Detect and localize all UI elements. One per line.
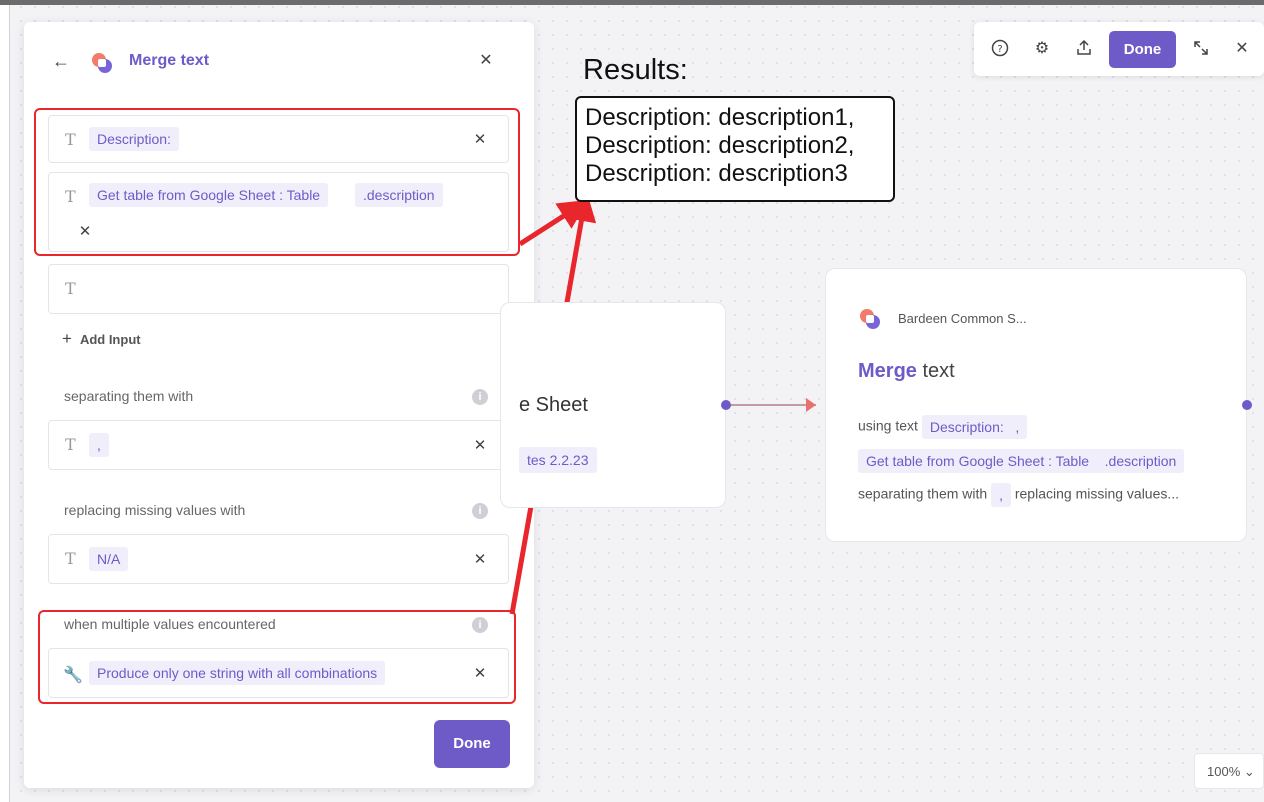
share-icon[interactable] [1074, 39, 1094, 59]
sheet-action-card[interactable]: e Sheet tes 2.2.23 [500, 302, 726, 508]
chip-text: Description: [929, 419, 1004, 435]
card-title: Merge text [858, 360, 955, 383]
chip-text: Get table from Google Sheet : Table [866, 453, 1090, 469]
card-chip: tes 2.2.23 [519, 447, 597, 473]
chip-text: .description [1104, 453, 1177, 469]
results-box: Description: description1, Description: … [575, 96, 895, 202]
connector-arrow [806, 398, 816, 412]
card-chip: Get table from Google Sheet : Table .des… [858, 449, 1185, 473]
arrow-inputs [518, 199, 589, 247]
card-source: Bardeen Common S... [898, 311, 1027, 326]
card-row-1: using text Description: , [858, 415, 1028, 439]
row-prefix: using text [858, 417, 918, 434]
card-title-accent: Merge [858, 360, 917, 382]
results-line: Description: description2, [585, 132, 855, 159]
zoom-select[interactable]: 100% ⌄ [1194, 753, 1264, 789]
card-chip: , [991, 483, 1011, 507]
row-prefix: separating them with [858, 485, 988, 502]
connector-dot[interactable] [1242, 400, 1252, 410]
svg-text:?: ? [997, 44, 1002, 55]
canvas-toolbar: ? ⚙ Done ✕ [974, 22, 1264, 76]
zoom-value: 100% [1207, 764, 1241, 779]
expand-icon[interactable] [1191, 39, 1211, 59]
card-title: e Sheet [519, 394, 588, 416]
bardeen-logo-icon [860, 309, 880, 329]
toolbar-done-button[interactable]: Done [1109, 31, 1176, 68]
results-line: Description: description3 [585, 160, 848, 187]
chip-text: , [1015, 419, 1020, 435]
help-icon[interactable]: ? [990, 39, 1010, 59]
card-chip: Description: , [921, 415, 1028, 439]
merge-text-card[interactable]: Bardeen Common S... Merge text using tex… [825, 268, 1247, 542]
row-suffix: replacing missing values... [1014, 485, 1180, 502]
connector-line [726, 404, 816, 406]
connector-dot[interactable] [721, 400, 731, 410]
results-label: Results: [583, 54, 688, 86]
card-title-rest: text [916, 360, 955, 382]
gear-icon[interactable]: ⚙ [1032, 39, 1052, 59]
card-row-2: Get table from Google Sheet : Table .des… [858, 449, 1185, 473]
close-icon[interactable]: ✕ [1232, 39, 1252, 59]
card-row-3: separating them with , replacing missing… [858, 483, 1179, 507]
chevron-down-icon: ⌄ [1243, 764, 1255, 779]
results-line: Description: description1, [585, 104, 855, 131]
